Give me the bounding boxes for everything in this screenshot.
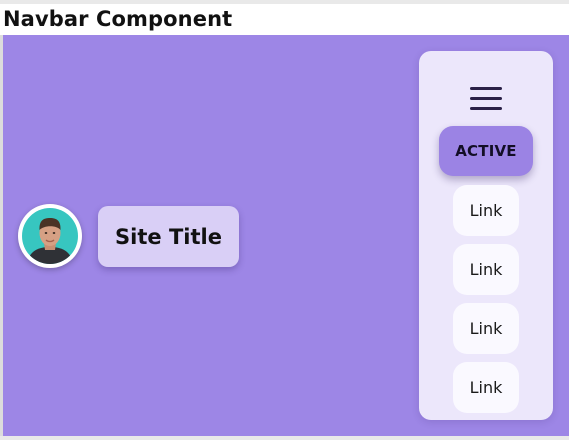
page: Navbar Component Site Title ACTIVE Link … [0, 0, 569, 440]
nav-link[interactable]: Link [453, 303, 519, 354]
top-divider [0, 0, 569, 4]
avatar[interactable] [18, 204, 82, 268]
site-title[interactable]: Site Title [98, 206, 239, 267]
menu-line [470, 97, 502, 100]
nav-link-active[interactable]: ACTIVE [439, 126, 533, 176]
hamburger-menu-icon[interactable] [470, 86, 502, 112]
nav-link[interactable]: Link [453, 185, 519, 236]
nav-link[interactable]: Link [453, 244, 519, 295]
page-heading: Navbar Component [3, 7, 233, 31]
bottom-divider [0, 436, 569, 440]
user-avatar-icon [22, 208, 78, 264]
menu-line [470, 107, 502, 110]
nav-link[interactable]: Link [453, 362, 519, 413]
menu-line [470, 87, 502, 90]
